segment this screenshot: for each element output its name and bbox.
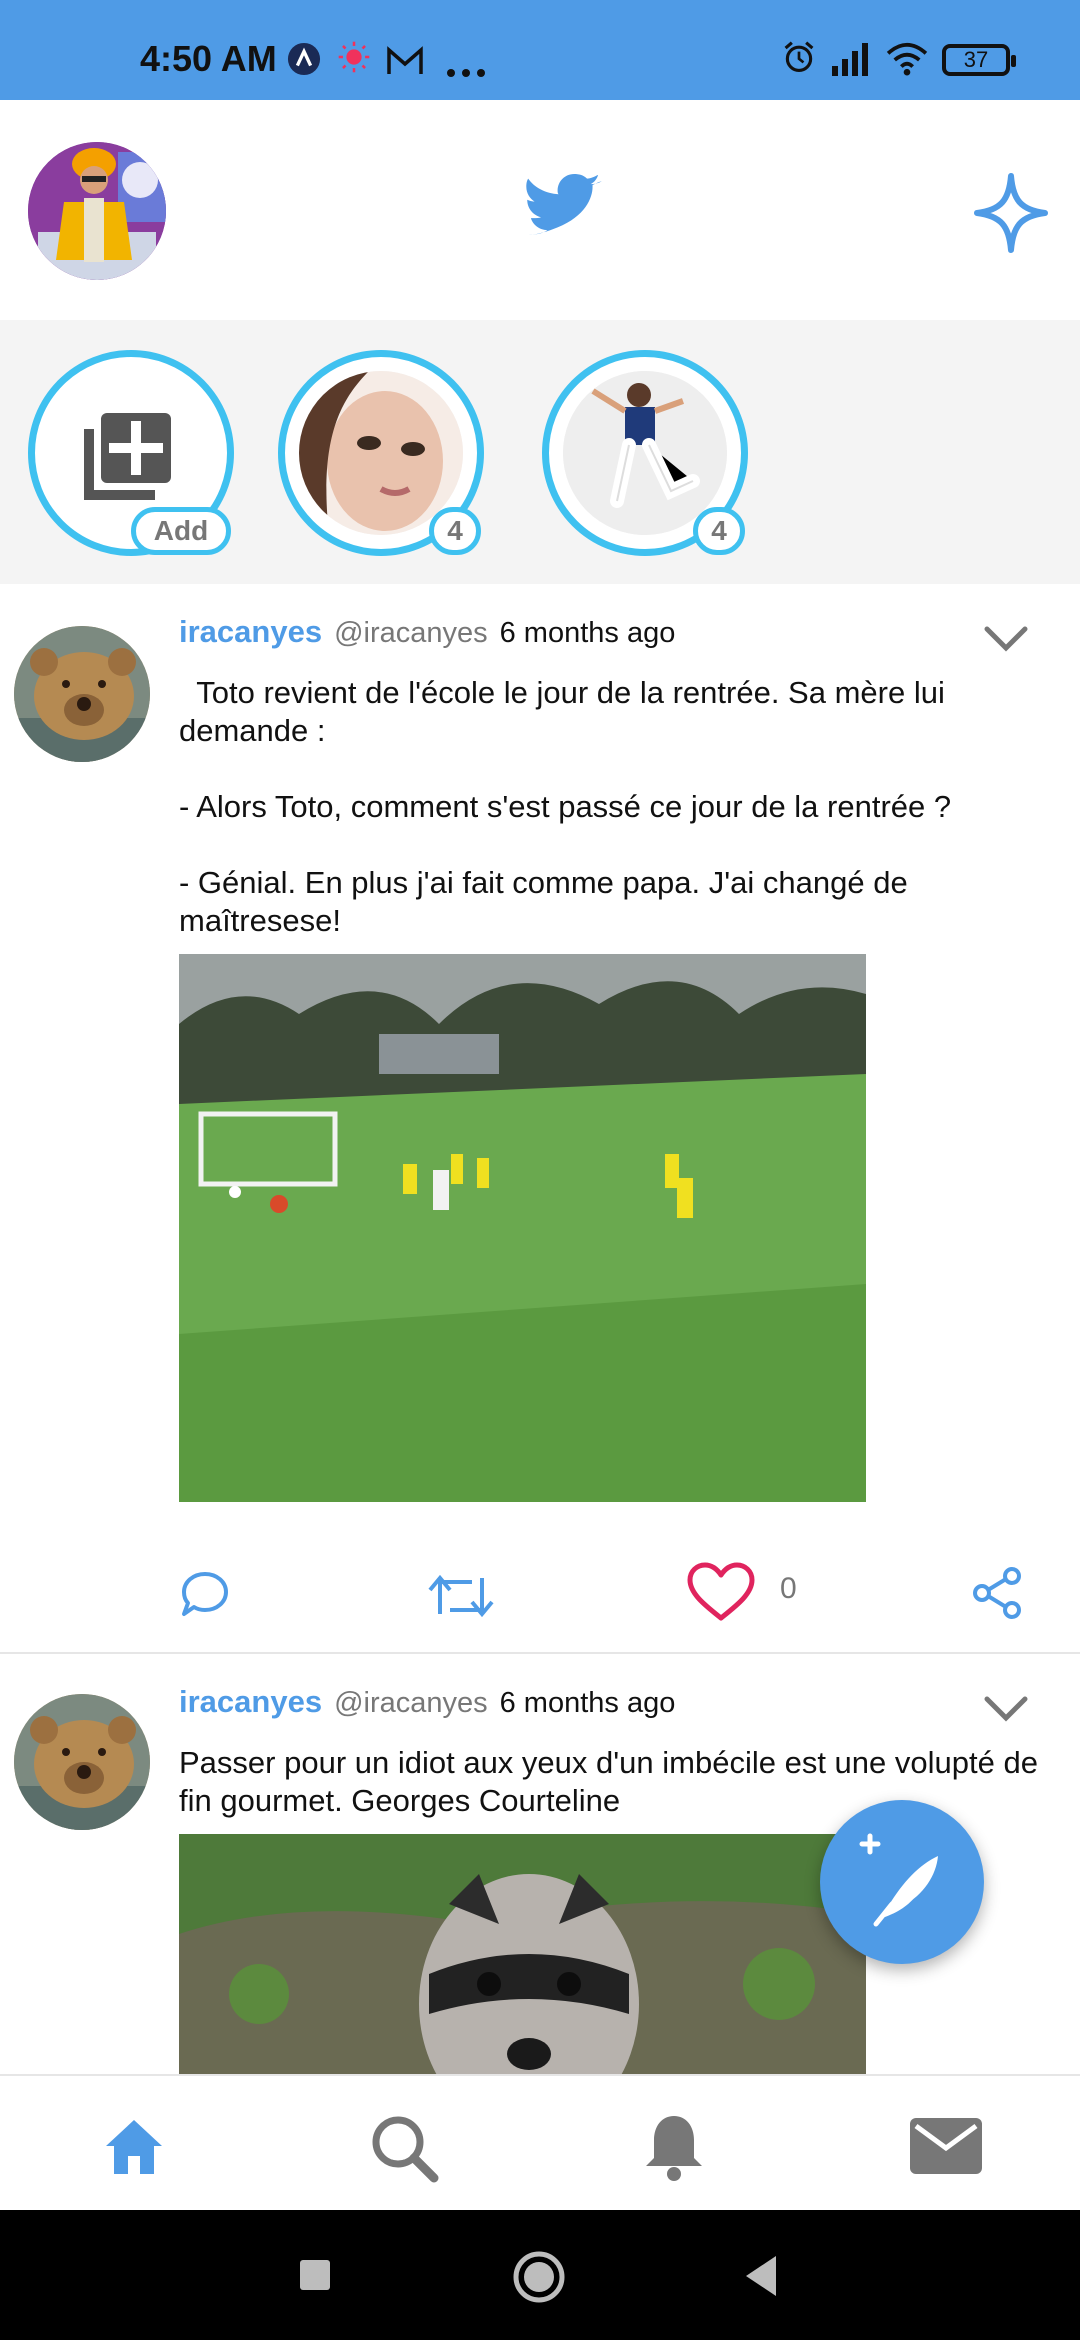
tweet-text-line: - Génial. En plus j'ai fait comme papa. … [179, 865, 908, 938]
stories-row: Add 4 4 [0, 320, 1080, 584]
tweet-handle: @iracanyes [334, 1687, 488, 1719]
tweet-card: iracanyes @iracanyes 6 months ago Toto rev… [0, 584, 1080, 1652]
twitter-clone-screen: 4:50 AM 37 Add 4 4 iracanyes @iracanyes … [0, 0, 1080, 2340]
tweet-author-name[interactable]: iracanyes [179, 1684, 322, 1719]
chevron-down-icon[interactable] [984, 626, 1028, 652]
like-heart-icon[interactable] [686, 1562, 756, 1622]
home-icon[interactable] [102, 2114, 166, 2178]
story-add-label: Add [131, 507, 231, 555]
bear-avatar-image [14, 1694, 150, 1830]
avatar-image [28, 142, 166, 280]
search-icon[interactable] [368, 2112, 440, 2184]
tweet-time: 6 months ago [499, 617, 676, 649]
story-count-badge: 4 [429, 507, 481, 555]
wifi-icon [886, 42, 928, 76]
signal-icon [832, 43, 868, 76]
retweet-icon[interactable] [428, 1574, 494, 1618]
tweet-author-name[interactable]: iracanyes [179, 614, 322, 649]
compose-tweet-button[interactable] [820, 1800, 984, 1964]
story-count-badge: 4 [693, 507, 745, 555]
story-item[interactable]: 4 [542, 350, 748, 556]
home-circle-icon[interactable] [512, 2250, 566, 2304]
tweet-text-line: Toto revient de l'école le jour de la re… [179, 675, 954, 748]
tweet-text-line [179, 826, 1039, 864]
bell-icon[interactable] [642, 2112, 706, 2182]
tweet-avatar[interactable] [14, 1694, 150, 1830]
tweet-actions: 0 [0, 1552, 1080, 1632]
more-dots-icon [447, 69, 485, 77]
twitter-bird-icon [526, 174, 602, 235]
tweet-media[interactable] [179, 954, 866, 1502]
tweet-avatar[interactable] [14, 626, 150, 762]
raccoon-photo [179, 1834, 866, 2074]
back-icon[interactable] [742, 2254, 780, 2298]
tweet-text: Toto revient de l'école le jour de la re… [179, 674, 1039, 940]
a-badge-icon [287, 42, 321, 76]
recents-icon[interactable] [298, 2258, 332, 2292]
soccer-field-photo [179, 954, 866, 1502]
bear-avatar-image [14, 626, 150, 762]
tweet-text-line [179, 750, 1039, 788]
reply-icon[interactable] [180, 1570, 230, 1620]
story-add[interactable]: Add [28, 350, 234, 556]
like-count: 0 [780, 1572, 797, 1605]
bottom-navigation [0, 2074, 1080, 2210]
tweet-header: iracanyes @iracanyes 6 months ago [179, 614, 675, 650]
mail-m-icon [387, 46, 423, 74]
sparkle-icon[interactable] [973, 172, 1049, 254]
tweet-handle: @iracanyes [334, 617, 488, 649]
battery-icon: 37 [942, 44, 1016, 76]
tweet-time: 6 months ago [499, 1687, 676, 1719]
alarm-icon [784, 41, 814, 72]
mail-icon[interactable] [908, 2116, 984, 2176]
tweet-text-line: - Alors Toto, comment s'est passé ce jou… [179, 789, 952, 824]
chevron-down-icon[interactable] [984, 1696, 1028, 1722]
top-header [0, 100, 1080, 320]
status-time: 4:50 AM [140, 38, 277, 79]
status-bar: 4:50 AM 37 [0, 0, 1080, 100]
tweet-header: iracanyes @iracanyes 6 months ago [179, 1684, 675, 1720]
system-navigation-bar [0, 2210, 1080, 2340]
profile-avatar[interactable] [28, 142, 166, 280]
share-icon[interactable] [970, 1566, 1024, 1620]
sun-icon [338, 41, 370, 73]
story-item[interactable]: 4 [278, 350, 484, 556]
compose-feather-icon [859, 1833, 938, 1927]
tweet-media[interactable] [179, 1834, 866, 2074]
